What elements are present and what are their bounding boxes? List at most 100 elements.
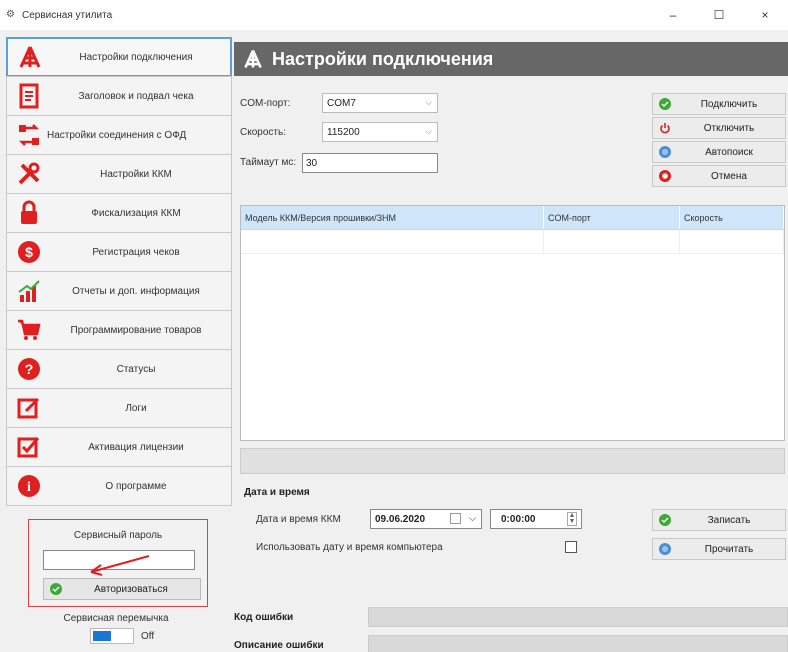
- checkbox-icon: [13, 431, 45, 463]
- minimize-button[interactable]: –: [650, 0, 696, 30]
- disconnect-button[interactable]: Отключить: [652, 117, 786, 139]
- sidebar-item-about[interactable]: i О программе: [6, 466, 232, 506]
- autosearch-button[interactable]: Автопоиск: [652, 141, 786, 163]
- column-header-model[interactable]: Модель ККМ/Версия прошивки/ЗНМ: [241, 206, 544, 229]
- tools-icon: [13, 158, 45, 190]
- datetime-group-title: Дата и время: [244, 487, 310, 498]
- arrow-pointer-icon: [90, 555, 150, 576]
- sidebar-item-statuses[interactable]: ? Статусы: [6, 349, 232, 389]
- read-label: Прочитать: [704, 543, 754, 555]
- sidebar-item-receipt-registration[interactable]: $ Регистрация чеков: [6, 232, 232, 272]
- sidebar-item-label: Настройки подключения: [79, 51, 193, 63]
- document-icon: [13, 80, 45, 112]
- error-code-label: Код ошибки: [234, 612, 294, 623]
- service-switch-toggle[interactable]: [90, 628, 134, 644]
- sidebar-item-label: О программе: [105, 480, 167, 492]
- kkm-datetime-label: Дата и время ККМ: [256, 514, 341, 525]
- table-row[interactable]: [241, 230, 784, 254]
- sidebar-item-ofd-settings[interactable]: Настройки соединения с ОФД: [6, 115, 232, 155]
- sidebar-item-fiscalization[interactable]: Фискализация ККМ: [6, 193, 232, 233]
- page-title: Настройки подключения: [272, 48, 494, 69]
- window-title: Сервисная утилита: [22, 9, 113, 21]
- tower-icon: [244, 50, 262, 68]
- date-picker[interactable]: 09.06.2020 ⌵: [370, 509, 482, 529]
- sidebar-item-label: Логи: [125, 402, 147, 414]
- maximize-button[interactable]: ☐: [696, 0, 742, 30]
- power-icon: [657, 120, 673, 136]
- dollar-icon: $: [13, 236, 45, 268]
- connect-label: Подключить: [700, 98, 758, 110]
- use-pc-time-checkbox[interactable]: [565, 541, 577, 553]
- sidebar-item-label: Фискализация ККМ: [91, 207, 181, 219]
- check-icon: [657, 512, 673, 528]
- close-button[interactable]: ×: [742, 0, 788, 30]
- time-spinner[interactable]: ▲ ▼: [567, 512, 577, 526]
- chart-icon: [13, 275, 45, 307]
- write-button[interactable]: Записать: [652, 509, 786, 531]
- table-header: Модель ККМ/Версия прошивки/ЗНМ COM-порт …: [241, 206, 784, 230]
- speed-select[interactable]: 115200 ⌵: [322, 122, 438, 142]
- sidebar-item-receipt-header[interactable]: Заголовок и подвал чека: [6, 76, 232, 116]
- chevron-down-icon: ⌵: [425, 97, 432, 107]
- svg-text:$: $: [25, 244, 33, 260]
- status-strip: [240, 448, 785, 474]
- read-button[interactable]: Прочитать: [652, 538, 786, 560]
- sidebar-item-label: Настройки соединения с ОФД: [47, 129, 187, 141]
- main-panel: Настройки подключения COM-порт: COM7 ⌵ С…: [234, 37, 788, 652]
- date-value: 09.06.2020: [375, 513, 426, 525]
- error-description-label: Описание ошибки: [234, 640, 324, 651]
- calendar-icon[interactable]: [450, 513, 461, 524]
- cart-icon: [13, 314, 45, 346]
- sidebar-item-label: Настройки ККМ: [100, 168, 172, 180]
- timeout-input[interactable]: 30: [302, 153, 438, 173]
- column-header-com-port[interactable]: COM-порт: [544, 206, 680, 229]
- connect-button[interactable]: Подключить: [652, 93, 786, 115]
- chevron-down-icon: ⌵: [425, 126, 432, 136]
- com-port-value: COM7: [327, 97, 356, 109]
- service-switch-state: Off: [141, 631, 155, 642]
- time-value: 0:00:00: [501, 513, 536, 525]
- page-header: Настройки подключения: [234, 42, 788, 76]
- cancel-button[interactable]: Отмена: [652, 165, 786, 187]
- question-icon: ?: [13, 353, 45, 385]
- devices-table[interactable]: Модель ККМ/Версия прошивки/ЗНМ COM-порт …: [240, 205, 785, 441]
- check-icon: [657, 96, 673, 112]
- refresh-icon: [657, 144, 673, 160]
- write-label: Записать: [707, 514, 751, 526]
- com-port-label: COM-порт:: [240, 98, 291, 109]
- sidebar-item-label: Активация лицензии: [88, 441, 184, 453]
- disconnect-label: Отключить: [703, 122, 755, 134]
- service-switch-label: Сервисная перемычка: [63, 613, 169, 624]
- service-password-panel: Сервисный пароль Авторизоваться: [28, 519, 208, 607]
- lock-icon: [13, 197, 45, 229]
- read-icon: [657, 541, 673, 557]
- com-port-select[interactable]: COM7 ⌵: [322, 93, 438, 113]
- network-icon: [13, 119, 45, 151]
- error-code-field: [368, 607, 788, 627]
- info-icon: i: [13, 470, 45, 502]
- svg-text:i: i: [27, 480, 31, 495]
- sidebar-item-kkm-settings[interactable]: Настройки ККМ: [6, 154, 232, 194]
- time-picker[interactable]: 0:00:00 ▲ ▼: [490, 509, 582, 529]
- sidebar-item-logs[interactable]: Логи: [6, 388, 232, 428]
- tower-icon: [14, 41, 46, 73]
- use-pc-time-label: Использовать дату и время компьютера: [256, 542, 443, 553]
- sidebar-item-products[interactable]: Программирование товаров: [6, 310, 232, 350]
- app-icon: ⚙: [6, 9, 15, 20]
- column-header-speed[interactable]: Скорость: [680, 206, 784, 229]
- sidebar-item-label: Заголовок и подвал чека: [78, 90, 194, 102]
- chevron-down-icon[interactable]: ⌵: [469, 513, 476, 524]
- sidebar-item-label: Отчеты и доп. информация: [72, 285, 200, 297]
- sidebar-item-license[interactable]: Активация лицензии: [6, 427, 232, 467]
- sidebar-item-label: Статусы: [116, 363, 156, 375]
- sidebar-item-reports[interactable]: Отчеты и доп. информация: [6, 271, 232, 311]
- autosearch-label: Автопоиск: [705, 146, 753, 158]
- title-bar: ⚙ Сервисная утилита – ☐ ×: [0, 0, 788, 30]
- stop-icon: [657, 168, 673, 184]
- sidebar-item-connection-settings[interactable]: Настройки подключения: [6, 37, 232, 77]
- sidebar-item-label: Программирование товаров: [70, 324, 202, 336]
- error-description-field: [368, 635, 788, 652]
- svg-text:?: ?: [25, 361, 34, 377]
- sidebar-item-label: Регистрация чеков: [92, 246, 180, 258]
- speed-label: Скорость:: [240, 127, 286, 138]
